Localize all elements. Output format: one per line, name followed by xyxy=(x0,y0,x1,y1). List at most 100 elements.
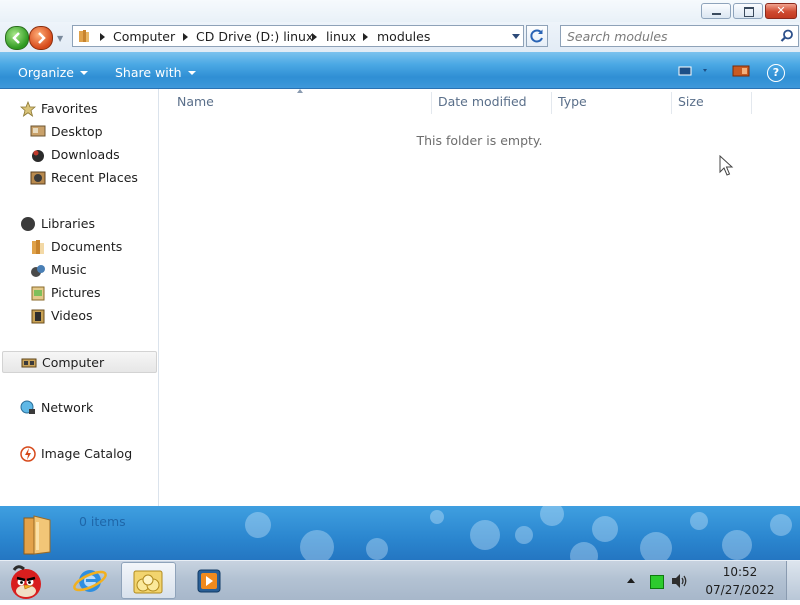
nav-label-videos: Videos xyxy=(51,308,93,323)
nav-label-recent-places: Recent Places xyxy=(51,170,138,185)
background-bubble xyxy=(570,542,598,560)
nav-downloads[interactable]: Downloads xyxy=(0,144,156,166)
search-box[interactable] xyxy=(560,25,799,47)
breadcrumb-separator-icon[interactable] xyxy=(183,33,188,41)
chevron-down-icon xyxy=(80,71,88,75)
navigation-pane: Favorites Desktop Downloads Recent Place… xyxy=(0,89,159,506)
start-button[interactable] xyxy=(0,562,60,599)
nav-libraries[interactable]: Libraries xyxy=(0,213,156,235)
background-bubble xyxy=(515,526,533,544)
show-desktop-button[interactable] xyxy=(786,561,800,600)
explorer-folder-icon xyxy=(133,570,163,594)
pictures-icon xyxy=(31,286,45,301)
title-bar: ✕ xyxy=(0,0,800,22)
nav-pictures[interactable]: Pictures xyxy=(0,282,156,304)
nav-label-pictures: Pictures xyxy=(51,285,101,300)
background-bubble xyxy=(722,530,752,560)
breadcrumb-computer[interactable]: Computer xyxy=(113,29,175,45)
change-view-icon[interactable] xyxy=(678,64,708,78)
background-bubble xyxy=(300,530,334,560)
column-header-name[interactable]: Name xyxy=(177,95,214,115)
nav-label-desktop: Desktop xyxy=(51,124,103,139)
breadcrumb-separator-icon[interactable] xyxy=(363,33,368,41)
address-bar[interactable]: Computer CD Drive (D:) linux linux modul… xyxy=(72,25,524,47)
details-pane: 0 items xyxy=(0,506,800,560)
folder-icon xyxy=(23,515,51,555)
image-catalog-icon xyxy=(20,446,36,462)
libraries-icon xyxy=(21,217,35,231)
taskbar-media-player[interactable] xyxy=(182,562,230,599)
taskbar-internet-explorer[interactable] xyxy=(66,562,114,599)
breadcrumb-modules[interactable]: modules xyxy=(377,29,430,45)
search-input[interactable] xyxy=(567,28,767,44)
column-divider[interactable] xyxy=(551,92,552,114)
close-button[interactable]: ✕ xyxy=(765,3,797,19)
preview-pane-icon[interactable] xyxy=(732,64,750,78)
downloads-icon xyxy=(32,150,44,162)
breadcrumb-separator-icon[interactable] xyxy=(100,33,105,41)
close-icon: ✕ xyxy=(776,4,786,17)
help-icon[interactable]: ? xyxy=(767,64,785,82)
background-bubble xyxy=(592,516,618,542)
column-header-size[interactable]: Size xyxy=(678,95,704,115)
desktop-icon xyxy=(30,125,46,137)
clock-time[interactable]: 10:52 xyxy=(700,565,780,579)
background-bubble xyxy=(770,514,792,536)
nav-label-libraries: Libraries xyxy=(41,216,95,231)
address-dropdown-icon[interactable] xyxy=(512,34,520,39)
nav-label-downloads: Downloads xyxy=(51,147,120,162)
breadcrumb-separator-icon[interactable] xyxy=(312,33,317,41)
file-list[interactable]: Name Date modified Type Size This folder… xyxy=(159,89,800,506)
star-icon xyxy=(20,101,36,117)
mouse-cursor-icon xyxy=(719,155,734,176)
refresh-button[interactable] xyxy=(526,25,548,47)
organize-menu-button[interactable]: Organize xyxy=(18,65,88,80)
nav-label-computer: Computer xyxy=(42,355,105,370)
nav-label-favorites: Favorites xyxy=(41,101,98,116)
search-icon[interactable] xyxy=(780,29,794,43)
back-button[interactable] xyxy=(5,26,29,50)
breadcrumb-linux[interactable]: linux xyxy=(326,29,356,45)
taskbar-windows-explorer[interactable] xyxy=(121,562,176,599)
show-hidden-icons-button[interactable] xyxy=(627,578,635,583)
clock-date[interactable]: 07/27/2022 xyxy=(700,583,780,597)
column-divider[interactable] xyxy=(671,92,672,114)
nav-computer[interactable]: Computer xyxy=(2,351,157,373)
column-divider[interactable] xyxy=(431,92,432,114)
navigation-bar: ▼ Computer CD Drive (D:) linux linux mod… xyxy=(0,22,800,52)
volume-icon[interactable] xyxy=(671,573,689,589)
background-bubble xyxy=(430,510,444,524)
forward-button[interactable] xyxy=(29,26,53,50)
sort-indicator-icon xyxy=(297,89,303,93)
computer-icon xyxy=(21,358,37,368)
breadcrumb-cd-drive[interactable]: CD Drive (D:) linux xyxy=(196,29,313,45)
recent-pages-dropdown[interactable]: ▼ xyxy=(57,34,63,43)
network-status-icon[interactable] xyxy=(650,575,664,589)
background-bubble xyxy=(366,538,388,560)
nav-documents[interactable]: Documents xyxy=(0,236,156,258)
column-header-date-modified[interactable]: Date modified xyxy=(438,95,527,115)
background-bubble xyxy=(690,512,708,530)
nav-label-documents: Documents xyxy=(51,239,123,254)
refresh-icon xyxy=(530,29,543,43)
nav-videos[interactable]: Videos xyxy=(0,305,156,327)
command-bar: Organize Share with xyxy=(0,52,800,89)
taskbar: 10:52 07/27/2022 xyxy=(0,560,800,600)
background-bubble xyxy=(470,520,500,550)
chevron-down-icon xyxy=(187,71,196,75)
minimize-button[interactable] xyxy=(701,3,731,19)
column-header-type[interactable]: Type xyxy=(558,95,587,115)
share-with-menu-button[interactable]: Share with xyxy=(115,65,196,80)
background-bubble xyxy=(245,512,271,538)
recent-places-icon xyxy=(30,171,46,185)
nav-favorites[interactable]: Favorites xyxy=(0,98,156,120)
arrow-right-icon xyxy=(38,32,46,44)
nav-image-catalog[interactable]: Image Catalog xyxy=(0,443,156,465)
nav-recent-places[interactable]: Recent Places xyxy=(0,167,156,189)
maximize-button[interactable] xyxy=(733,3,763,19)
nav-music[interactable]: Music xyxy=(0,259,156,281)
nav-desktop[interactable]: Desktop xyxy=(0,121,156,143)
media-player-icon xyxy=(197,569,221,593)
column-divider[interactable] xyxy=(751,92,752,114)
nav-network[interactable]: Network xyxy=(0,397,156,419)
